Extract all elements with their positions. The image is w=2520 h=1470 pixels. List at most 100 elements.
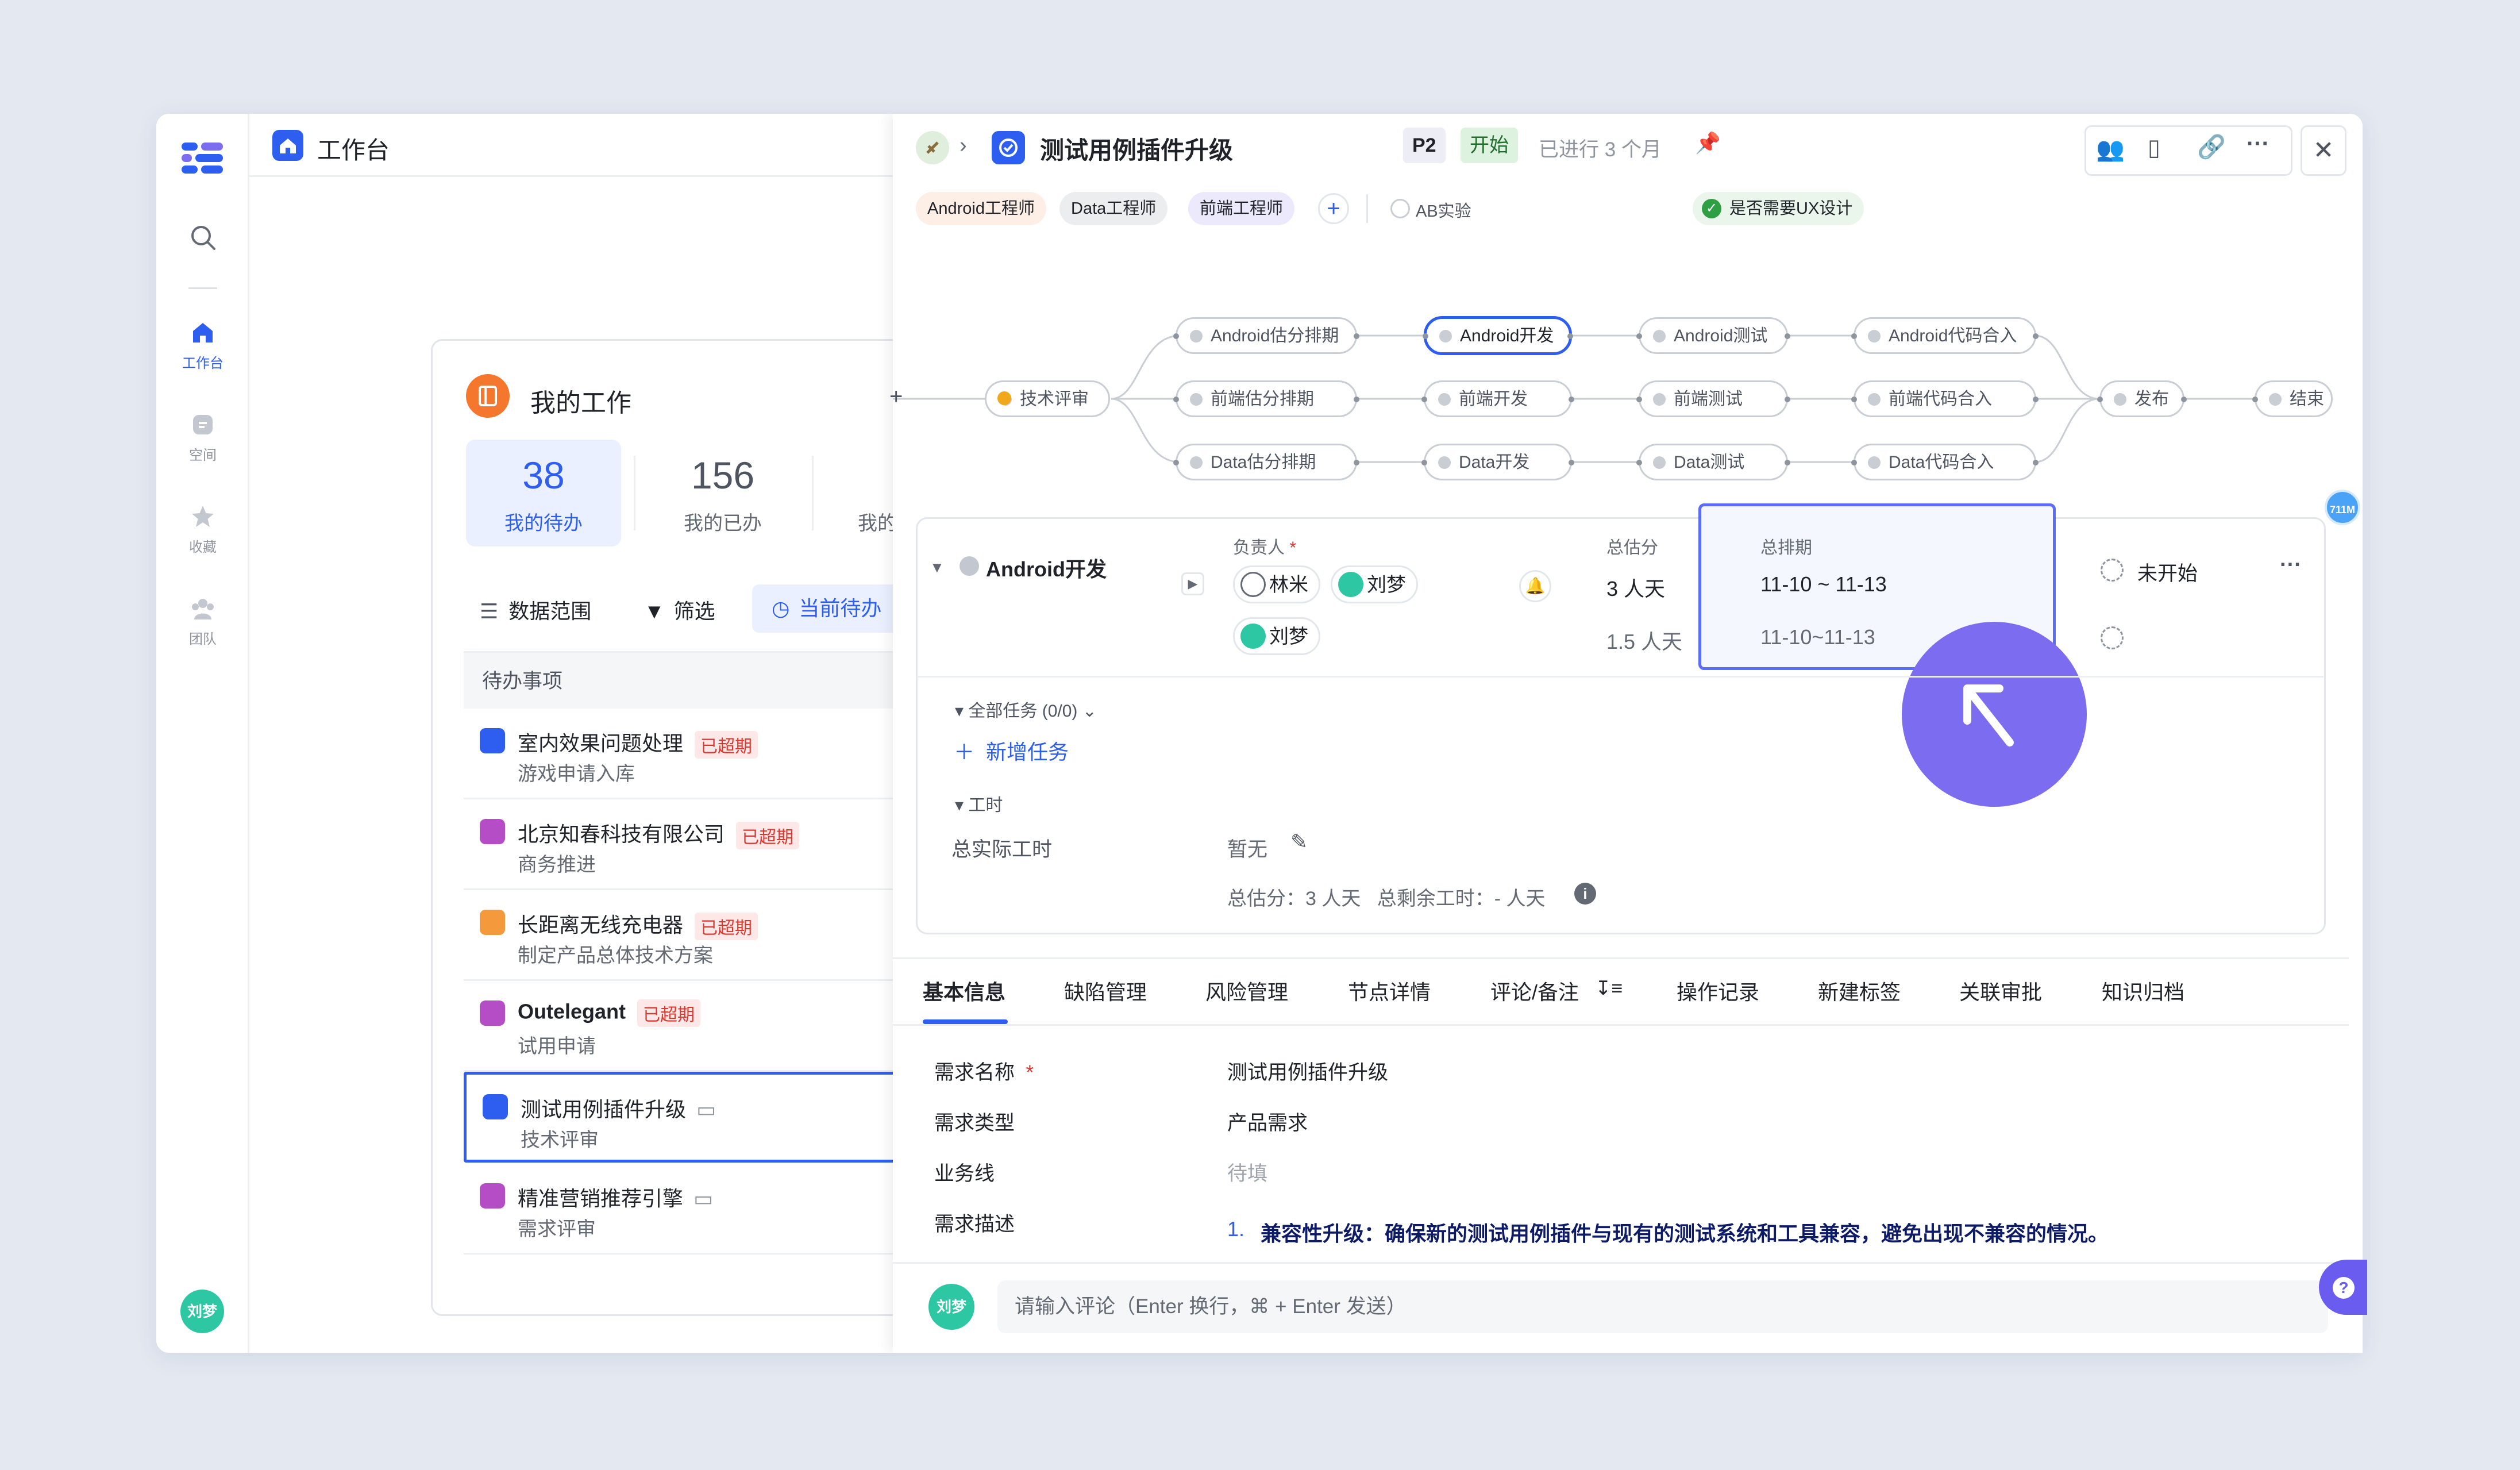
pin-icon[interactable]: 📌 <box>1695 131 1721 155</box>
todo-item-selected[interactable]: 测试用例插件升级 ▭ 技术评审 <box>464 1072 923 1163</box>
tab-knowledge[interactable]: 知识归档 <box>2102 976 2184 1006</box>
owner-name: 刘梦 <box>1367 574 1406 596</box>
app-logo-icon <box>182 143 223 174</box>
nav-item-favorites[interactable]: 收藏 <box>156 503 249 556</box>
nav-item-team[interactable]: 团队 <box>156 595 249 648</box>
info-icon[interactable]: i <box>1574 883 1596 905</box>
todo-item[interactable]: Outelegant 已超期 试用申请 <box>464 981 923 1072</box>
bookmark-icon[interactable]: ▯ <box>2148 134 2160 161</box>
owner-chip[interactable]: 林米 <box>1233 565 1320 603</box>
collapse-caret-icon[interactable]: ▼ <box>930 559 945 576</box>
add-task-button[interactable]: ＋ 新增任务 <box>954 736 1069 765</box>
flow-node[interactable]: 前端开发 <box>1421 380 1574 417</box>
field-value-business-line[interactable]: 待填 <box>1227 1157 1267 1187</box>
actual-worktime-value: 暂无 <box>1227 838 1268 861</box>
todo-item[interactable]: 室内效果问题处理 已超期 游戏申请入库 <box>464 709 923 799</box>
close-icon[interactable]: ✕ <box>2301 125 2346 176</box>
todo-item[interactable]: 北京知春科技有限公司 已超期 商务推进 <box>464 799 923 890</box>
flow-node[interactable]: 前端代码合入 <box>1851 380 2039 417</box>
ux-design-tag[interactable]: ✓ 是否需要UX设计 <box>1693 192 1864 225</box>
todo-item[interactable]: 精准营销推荐引擎 ▭ 需求评审 <box>464 1164 923 1254</box>
expand-subtask-icon[interactable]: ▶ <box>1181 572 1204 595</box>
field-label-type: 需求类型 <box>934 1112 1015 1134</box>
flow-node[interactable]: Data估分排期 <box>1173 444 1359 480</box>
tab-comments[interactable]: 评论/备注 <box>1490 976 1579 1006</box>
tab-basic-info[interactable]: 基本信息 <box>923 976 1005 1006</box>
more-icon[interactable]: ··· <box>2280 553 2302 578</box>
flow-expand-icon[interactable]: + <box>889 384 903 410</box>
node-state[interactable]: 未开始 <box>2137 557 2198 587</box>
role-tag[interactable]: Data工程师 <box>1059 192 1168 225</box>
search-icon[interactable] <box>188 223 217 252</box>
filter-button[interactable]: ▼ 筛选 <box>644 595 715 625</box>
worktime-toggle[interactable]: ▾ 工时 <box>955 791 1003 816</box>
all-tasks-toggle[interactable]: ▾ 全部任务 (0/0) ⌄ <box>955 696 1097 722</box>
ab-test-radio-icon[interactable] <box>1390 199 1410 218</box>
todo-item[interactable]: 长距离无线充电器 已超期 制定产品总体技术方案 <box>464 890 923 981</box>
stat-done[interactable]: 156 我的已办 <box>645 440 800 547</box>
role-tag[interactable]: Android工程师 <box>916 192 1046 225</box>
sub-estimate-value: 1.5 人天 <box>1606 630 1683 653</box>
flow-node[interactable]: Data测试 <box>1636 444 1790 480</box>
tab-node-details[interactable]: 节点详情 <box>1348 976 1431 1006</box>
flow-node[interactable]: Android代码合入 <box>1851 317 2039 354</box>
link-icon[interactable]: 🔗 <box>2197 133 2226 160</box>
user-avatar[interactable]: 刘梦 <box>180 1290 224 1333</box>
bell-icon[interactable]: 🔔 <box>1519 570 1551 602</box>
flow-node-selected[interactable]: Android开发 <box>1423 316 1573 355</box>
stat-todo-value: 38 <box>522 454 565 497</box>
flow-node-label: Android代码合入 <box>1889 326 2017 345</box>
flow-node[interactable]: Android估分排期 <box>1173 317 1359 354</box>
comment-input[interactable]: 请输入评论（Enter 换行，⌘ + Enter 发送） <box>997 1280 2328 1333</box>
tab-defects[interactable]: 缺陷管理 <box>1064 976 1147 1006</box>
tab-risks[interactable]: 风险管理 <box>1205 976 1288 1006</box>
sort-icon[interactable]: ↧≡ <box>1595 977 1623 1000</box>
comment-avatar: 刘梦 <box>928 1284 974 1330</box>
data-range-button[interactable]: ☰ 数据范围 <box>480 595 591 625</box>
add-task-label: 新增任务 <box>986 740 1069 764</box>
field-value-name[interactable]: 测试用例插件升级 <box>1227 1056 1388 1086</box>
owner-chip[interactable]: 刘梦 <box>1331 565 1418 603</box>
field-value-description[interactable]: 兼容性升级：确保新的测试用例插件与现有的测试系统和工具兼容，避免出现不兼容的情况… <box>1261 1217 2109 1247</box>
flow-node[interactable]: 前端估分排期 <box>1173 380 1359 417</box>
estimate-value: 3 人天 <box>1606 577 1666 601</box>
cursor-highlight <box>1902 622 2087 807</box>
tab-approvals[interactable]: 关联审批 <box>1959 976 2042 1006</box>
home-icon <box>193 323 213 343</box>
flow-node[interactable]: Data代码合入 <box>1851 444 2039 480</box>
filter-icon: ▼ <box>644 599 665 623</box>
flow-node[interactable]: Android测试 <box>1636 317 1790 354</box>
edit-pencil-icon[interactable]: ✎ <box>1290 830 1308 854</box>
schedule-value[interactable]: 11-10 ~ 11-13 <box>1760 572 1887 597</box>
tabs-top-border <box>893 957 2349 959</box>
members-icon[interactable]: 👥 <box>2096 136 2125 163</box>
help-icon[interactable]: ? <box>2333 1277 2355 1299</box>
left-nav: 工作台 空间 收藏 团队 刘梦 <box>156 114 249 1353</box>
owner-chip[interactable]: 刘梦 <box>1233 617 1320 655</box>
stat-done-label: 我的已办 <box>684 513 762 534</box>
sub-schedule-value[interactable]: 11-10~11-13 <box>1760 625 1875 649</box>
add-role-icon[interactable]: + <box>1318 193 1349 224</box>
flow-node[interactable]: Data开发 <box>1421 444 1574 480</box>
nav-item-workbench[interactable]: 工作台 <box>156 320 249 372</box>
tab-new-label[interactable]: 新建标签 <box>1818 976 1901 1006</box>
field-value-type[interactable]: 产品需求 <box>1227 1107 1308 1136</box>
priority-badge[interactable]: P2 <box>1403 128 1446 163</box>
tab-activity-log[interactable]: 操作记录 <box>1677 976 1759 1006</box>
flow-node-label: Android估分排期 <box>1211 326 1339 345</box>
flow-node[interactable]: 前端测试 <box>1636 380 1790 417</box>
stat-todo[interactable]: 38 我的待办 <box>466 440 621 547</box>
stat-more-label[interactable]: 我的 <box>858 507 897 536</box>
size-badge: 711M <box>2325 490 2360 525</box>
flow-node-end[interactable]: 结束 <box>2252 380 2333 417</box>
status-badge[interactable]: 开始 <box>1461 128 1518 163</box>
role-tag[interactable]: 前端工程师 <box>1188 192 1295 225</box>
flow-node-publish[interactable]: 发布 <box>2097 380 2187 417</box>
todo-subtitle: 需求评审 <box>518 1218 596 1240</box>
field-label-description: 需求描述 <box>934 1213 1015 1236</box>
stat-todo-label: 我的待办 <box>504 513 583 534</box>
nav-item-space[interactable]: 空间 <box>156 411 249 464</box>
more-icon[interactable]: ··· <box>2247 131 2269 157</box>
todo-subtitle: 游戏申请入库 <box>518 763 635 785</box>
avatar <box>1240 572 1266 597</box>
